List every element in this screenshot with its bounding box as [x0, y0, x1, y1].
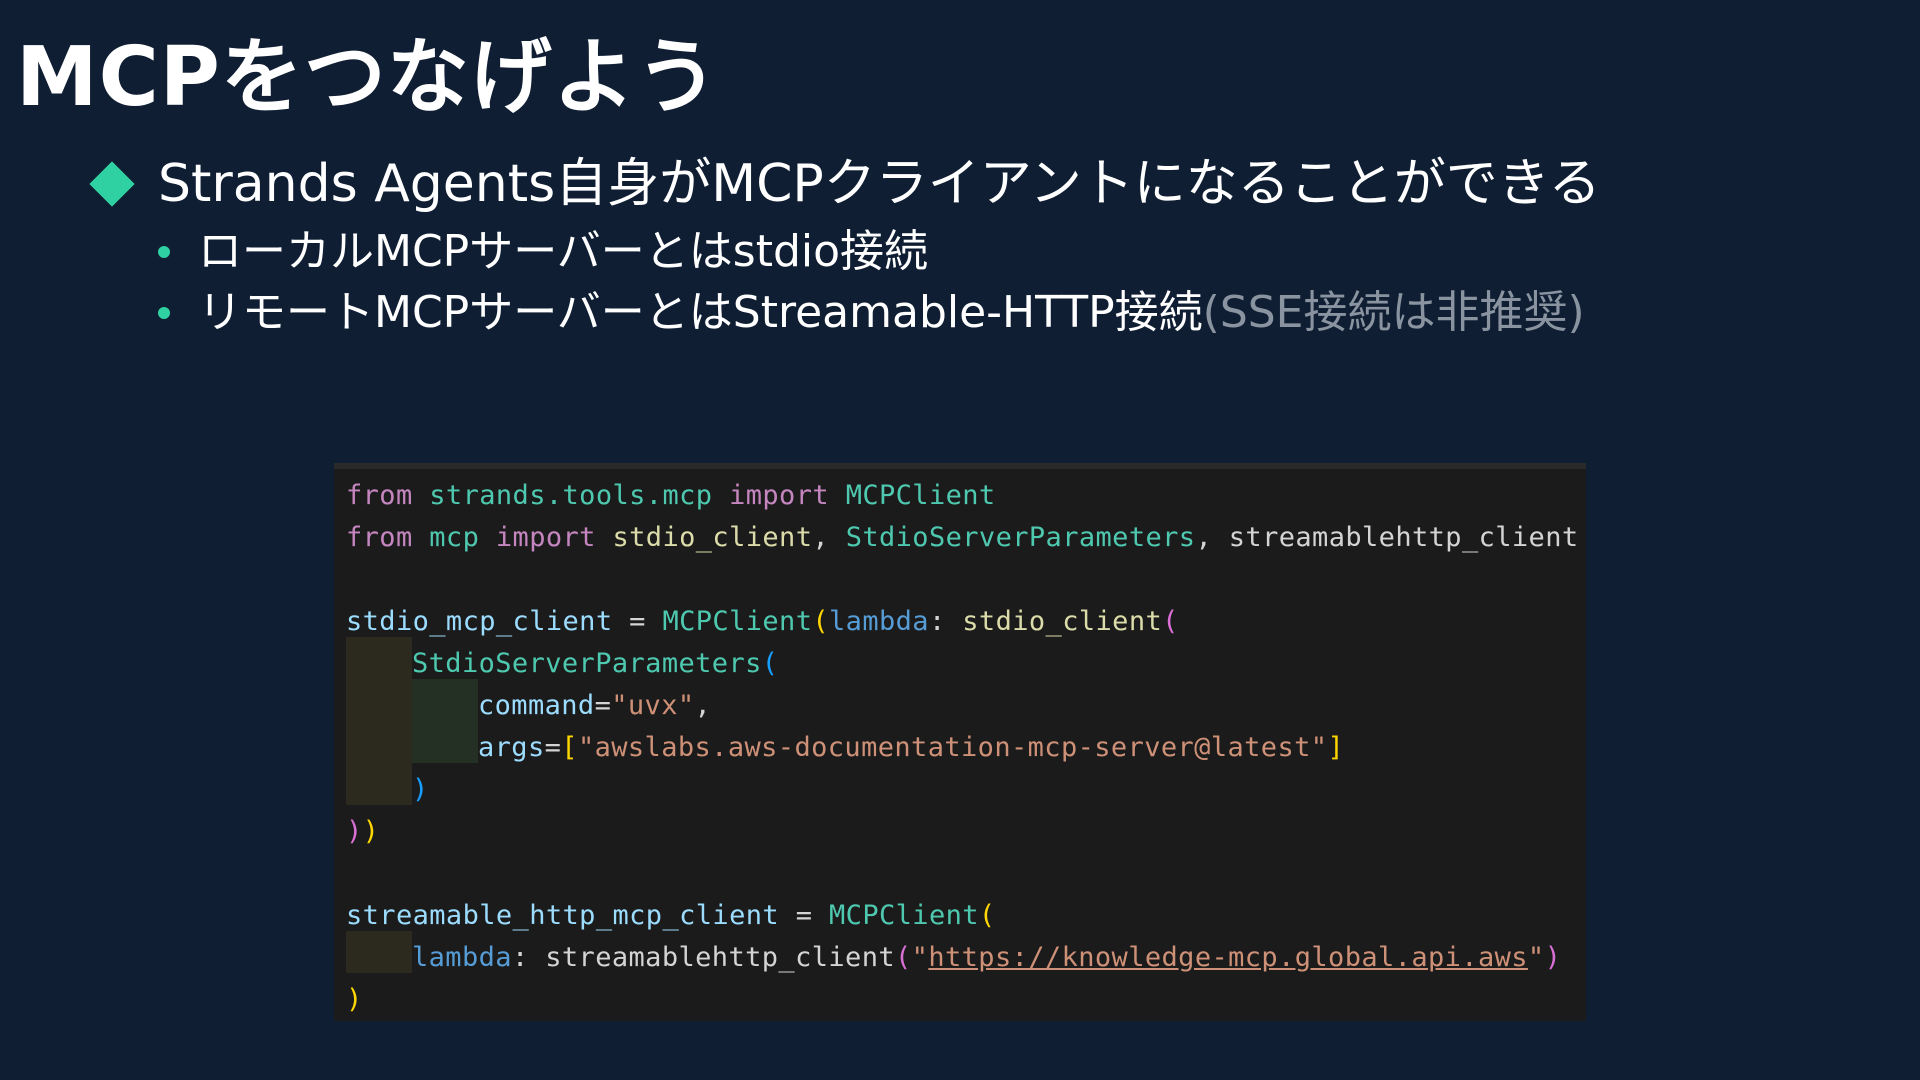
code-token: from: [346, 522, 413, 553]
code-line-2: from mcp import stdio_client, StdioServe…: [346, 517, 1579, 559]
bullet-sub-stdio: ローカルMCPサーバーとはstdio接続: [158, 222, 928, 282]
code-token: :: [928, 606, 963, 637]
code-url-link[interactable]: https://knowledge-mcp.global.api.aws: [928, 942, 1528, 973]
code-token: ): [1544, 942, 1562, 973]
bullet-sub-http-text: リモートMCPサーバーとはStreamable-HTTP接続: [198, 287, 1203, 338]
code-token: args: [478, 732, 545, 763]
code-token: stdio_client: [962, 606, 1163, 637]
indent-guide: [346, 931, 412, 973]
bullet-sub-stdio-text: ローカルMCPサーバーとはstdio接続: [198, 226, 929, 277]
code-token: (: [812, 606, 830, 637]
code-line-7: ): [412, 769, 429, 811]
code-token: stdio_client: [612, 522, 813, 553]
code-panel: from strands.tools.mcp import MCPClient …: [334, 463, 1586, 1021]
code-token: command: [478, 690, 595, 721]
bullet-main-text: Strands Agents自身がMCPクライアントになることができる: [158, 154, 1601, 214]
code-token: lambda: [412, 942, 512, 973]
code-panel-top-edge: [334, 463, 1586, 469]
code-token: ": [1527, 942, 1545, 973]
code-line-3: stdio_mcp_client = MCPClient(lambda: std…: [346, 601, 1179, 643]
code-line-5: command="uvx",: [478, 685, 711, 727]
code-token: mcp: [429, 522, 480, 553]
slide-title: MCPをつなげよう: [16, 30, 719, 125]
code-token: =: [594, 690, 612, 721]
bullet-main: Strands Agents自身がMCPクライアントになることができる: [89, 150, 1601, 218]
code-token: ,: [1195, 522, 1229, 553]
code-line-4: StdioServerParameters(: [412, 643, 778, 685]
code-line-1: from strands.tools.mcp import MCPClient: [346, 475, 996, 517]
code-token: "awslabs.aws-documentation-mcp-server@la…: [577, 732, 1328, 763]
code-token: =: [544, 732, 562, 763]
code-token: (: [761, 648, 779, 679]
code-token: StdioServerParameters: [412, 648, 762, 679]
code-token: stdio_mcp_client: [346, 606, 613, 637]
code-token: strands.tools.mcp: [429, 480, 713, 511]
code-token: (: [978, 900, 996, 931]
code-line-6: args=["awslabs.aws-documentation-mcp-ser…: [478, 727, 1344, 769]
code-token: import: [495, 522, 596, 553]
dot-bullet-icon: [158, 307, 170, 319]
code-token: :: [511, 942, 546, 973]
code-line-10: lambda: streamablehttp_client("https://k…: [412, 937, 1561, 979]
code-line-11: ): [346, 979, 363, 1021]
code-token: ,: [812, 522, 846, 553]
bullet-sub-http-note: (SSE接続は非推奨): [1202, 287, 1585, 338]
code-token: lambda: [829, 606, 929, 637]
code-token: MCPClient: [829, 900, 979, 931]
code-token: MCPClient: [845, 480, 996, 511]
code-token: ]: [1327, 732, 1345, 763]
code-token: =: [779, 900, 830, 931]
code-token: (: [1162, 606, 1179, 637]
code-token: =: [612, 606, 663, 637]
indent-guide: [412, 679, 478, 763]
code-token: ): [362, 816, 380, 847]
code-token: import: [729, 480, 830, 511]
code-line-8: )): [346, 811, 379, 853]
indent-guide: [346, 637, 412, 805]
dot-bullet-icon: [158, 246, 170, 258]
code-token: ): [346, 816, 363, 847]
code-token: (: [895, 942, 912, 973]
code-token: streamablehttp_client: [545, 942, 896, 973]
code-token: ,: [694, 690, 712, 721]
code-token: [: [561, 732, 578, 763]
bullet-sub-http: リモートMCPサーバーとはStreamable-HTTP接続 (SSE接続は非推奨…: [158, 283, 1585, 343]
code-token: StdioServerParameters: [845, 522, 1196, 553]
code-token: "uvx": [611, 690, 695, 721]
code-token: from: [346, 480, 413, 511]
diamond-bullet-icon: [89, 161, 135, 207]
code-token: streamablehttp_client: [1228, 522, 1579, 553]
code-line-9: streamable_http_mcp_client = MCPClient(: [346, 895, 996, 937]
code-token: ): [412, 774, 429, 805]
code-token: MCPClient: [662, 606, 813, 637]
code-token: ": [911, 942, 929, 973]
code-token: ): [346, 984, 363, 1015]
code-token: streamable_http_mcp_client: [346, 900, 780, 931]
